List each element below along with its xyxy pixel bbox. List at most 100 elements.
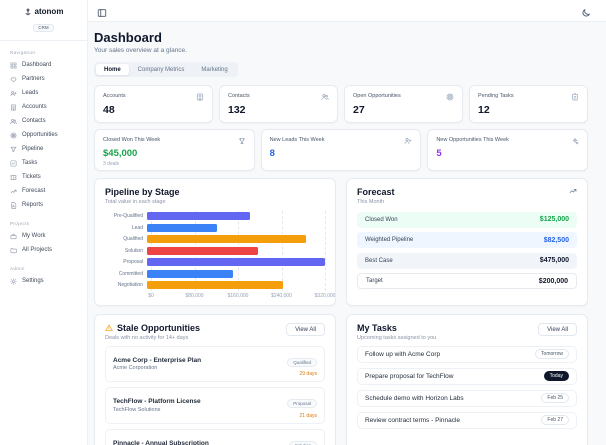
sidebar-toggle-button[interactable] <box>96 5 108 17</box>
chart-bar[interactable] <box>147 246 259 255</box>
stale-opportunity-item[interactable]: TechFlow - Platform License TechFlow Sol… <box>105 387 325 424</box>
week-card-label: New Leads This Week <box>269 137 325 143</box>
trending-up-icon <box>569 187 577 195</box>
forecast-row-value: $125,000 <box>539 216 569 223</box>
nav-list: Settings <box>0 274 87 288</box>
chart-row: Lead <box>105 222 325 234</box>
logo-icon <box>24 8 32 16</box>
tab[interactable]: Marketing <box>193 64 235 75</box>
stale-view-all-button[interactable]: View All <box>286 323 325 336</box>
sidebar-nav-item[interactable]: Tasks <box>0 156 87 170</box>
stat-icon <box>196 93 204 101</box>
middle-row: Pipeline by Stage Total value in each st… <box>94 178 588 306</box>
forecast-row-value: $200,000 <box>538 277 568 285</box>
due-badge: Feb 27 <box>541 415 569 425</box>
due-badge: Today <box>543 371 569 381</box>
stat-value: 27 <box>353 104 365 116</box>
logo-badge: CRM <box>33 23 54 32</box>
tasks-view-all-button[interactable]: View All <box>538 323 577 336</box>
stale-list: Acme Corp - Enterprise Plan Acme Corpora… <box>105 345 325 445</box>
my-tasks-card: My Tasks Upcoming tasks assigned to you … <box>346 314 588 445</box>
tab[interactable]: Company Metrics <box>130 64 193 75</box>
chart-bar[interactable] <box>147 269 234 278</box>
stat-card: Open Opportunities 27 <box>344 85 463 123</box>
theme-toggle-button[interactable] <box>580 5 592 17</box>
forecast-row-label: Best Case <box>365 257 393 264</box>
sidebar-nav-item[interactable]: Dashboard <box>0 58 87 72</box>
due-badge: Tomorrow <box>535 349 569 359</box>
logo-text: atonom <box>34 7 64 16</box>
nav-item-label: Reports <box>22 202 44 208</box>
week-card-label: New Opportunities This Week <box>436 137 509 143</box>
nav-item-label: Tasks <box>22 160 38 166</box>
stat-card: Contacts 132 <box>219 85 338 123</box>
nav-item-label: Partners <box>22 76 45 82</box>
chart-bar[interactable] <box>147 258 325 267</box>
sidebar-nav-item[interactable]: Leads <box>0 86 87 100</box>
stat-icon <box>571 93 579 101</box>
nav-item-label: All Projects <box>22 247 53 253</box>
chart-category-label: Qualified <box>123 236 143 243</box>
nav-section-admin: Admin Settings <box>0 266 87 288</box>
chart-bar-track <box>147 280 325 292</box>
stat-value: 48 <box>103 104 115 116</box>
chart-bar[interactable] <box>147 281 284 290</box>
page-subtitle: Your sales overview at a glance. <box>94 47 187 54</box>
stat-label: Pending Tasks <box>478 93 514 99</box>
task-item[interactable]: Follow up with Acme Corp Tomorrow <box>357 345 577 363</box>
task-item[interactable]: Prepare proposal for TechFlow Today <box>357 367 577 385</box>
sidebar-nav-item[interactable]: My Work <box>0 229 87 243</box>
task-item[interactable]: Schedule demo with Horizon Labs Feb 25 <box>357 389 577 407</box>
week-card-subtext <box>436 161 579 167</box>
moon-icon <box>581 8 591 18</box>
nav-item-label: Tickets <box>22 174 41 180</box>
days-stale-label: 21 days <box>299 412 317 419</box>
forecast-row: Weighted Pipeline $82,500 <box>357 232 577 248</box>
forecast-row: Closed Won $125,000 <box>357 211 577 228</box>
forecast-row: Best Case $475,000 <box>357 252 577 269</box>
nav-section-label: Admin <box>10 266 25 271</box>
opportunity-company: TechFlow Solutions <box>113 406 161 413</box>
chart-gridline <box>325 210 326 291</box>
stale-opportunity-item[interactable]: Pinnacle - Annual Subscription Pinnacle … <box>105 428 325 445</box>
sidebar-nav-item[interactable]: All Projects <box>0 243 87 257</box>
sidebar-nav-item[interactable]: Pipeline <box>0 142 87 156</box>
sidebar-nav-item[interactable]: Accounts <box>0 100 87 114</box>
nav-item-label: Forecast <box>22 188 46 194</box>
chart-x-tick-label: $80,000 <box>185 293 204 299</box>
task-item[interactable]: Review contract terms - Pinnacle Feb 27 <box>357 411 577 429</box>
forecast-row-value: $82,500 <box>543 236 569 244</box>
sidebar-nav-item[interactable]: Forecast <box>0 184 87 198</box>
pipeline-title: Pipeline by Stage <box>105 187 180 197</box>
sidebar-nav-item[interactable]: Partners <box>0 72 87 86</box>
week-card-icon <box>404 137 412 145</box>
chart-bar-track <box>147 222 325 234</box>
chart-x-tick-label: $160,000 <box>227 293 249 299</box>
forecast-title: Forecast <box>357 187 395 197</box>
opportunity-name: TechFlow - Platform License <box>113 398 201 405</box>
nav-item-icon <box>10 76 17 83</box>
sidebar-nav-item[interactable]: Settings <box>0 274 87 288</box>
pipeline-by-stage-card: Pipeline by Stage Total value in each st… <box>94 178 336 306</box>
sidebar-nav-item[interactable]: Reports <box>0 198 87 212</box>
chart-x-tick-label: $320,000 <box>314 293 336 299</box>
nav-item-label: Leads <box>22 90 39 96</box>
stale-opportunity-item[interactable]: Acme Corp - Enterprise Plan Acme Corpora… <box>105 345 325 382</box>
sidebar-nav-item[interactable]: Contacts <box>0 114 87 128</box>
chart-bar[interactable] <box>147 223 217 232</box>
chart-row: Negotiation <box>105 280 325 292</box>
sidebar-nav-item[interactable]: Opportunities <box>0 128 87 142</box>
tab-bar: Home Company Metrics Marketing <box>94 62 238 77</box>
chart-bar[interactable] <box>147 212 250 221</box>
tab[interactable]: Home <box>96 64 129 75</box>
task-title: Follow up with Acme Corp <box>365 350 441 358</box>
week-card-value: $45,000 <box>103 148 138 159</box>
nav-section-navigation: Navigation Dashboard Partners Leads Acco… <box>0 50 87 212</box>
stat-label: Accounts <box>103 93 126 99</box>
chart-bar[interactable] <box>147 235 306 244</box>
sidebar-nav-item[interactable]: Tickets <box>0 170 87 184</box>
nav-item-icon <box>10 118 17 125</box>
nav-item-label: Settings <box>22 278 44 284</box>
week-card-subtext: 3 deals <box>103 161 120 167</box>
stat-value: 12 <box>478 104 490 116</box>
